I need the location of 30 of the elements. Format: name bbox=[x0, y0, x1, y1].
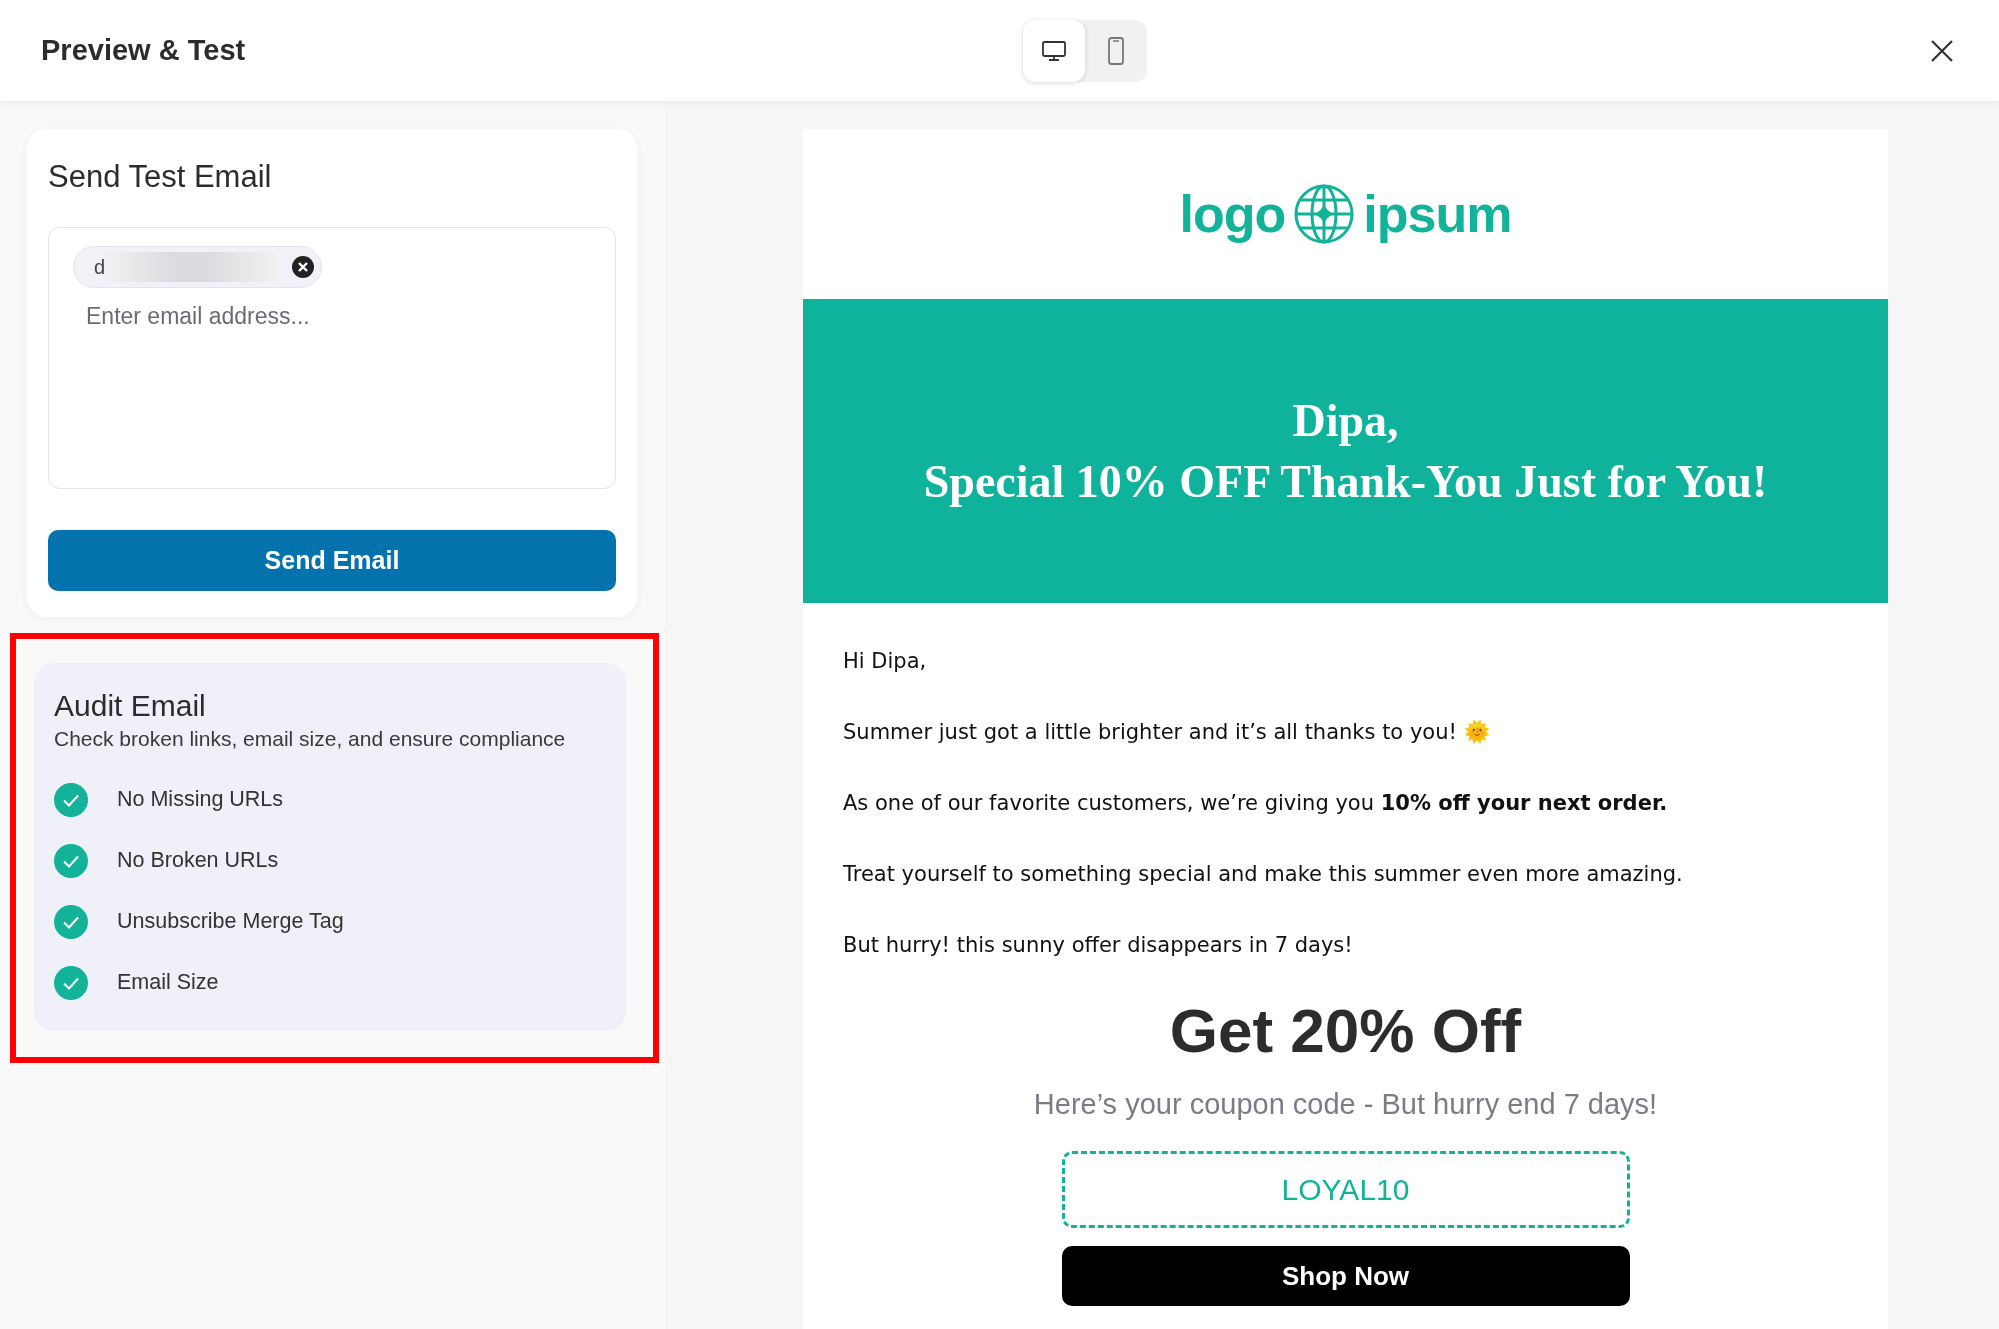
globe-logo-icon bbox=[1293, 183, 1356, 245]
offer-heading: Get 20% Off bbox=[1169, 995, 1522, 1066]
banner-heading: Special 10% OFF Thank-You Just for You! bbox=[923, 455, 1768, 508]
email-paragraph: Summer just got a little brighter and it’s all thanks to you! 🌞 bbox=[843, 719, 1491, 746]
remove-icon[interactable] bbox=[291, 255, 316, 279]
logo-text: ipsum bbox=[1363, 184, 1512, 244]
close-icon bbox=[1929, 37, 1955, 64]
logo-text: logo bbox=[1179, 184, 1286, 244]
chip-text: d bbox=[94, 255, 106, 279]
monitor-icon bbox=[1041, 38, 1067, 63]
email-paragraph: But hurry! this sunny offer disappears in 7 days! bbox=[843, 932, 1354, 959]
page-title: Preview & Test bbox=[41, 34, 247, 67]
email-paragraph: Hi Dipa, bbox=[843, 648, 928, 675]
check-label: No Missing URLs bbox=[117, 787, 284, 812]
card-title: Audit Email bbox=[54, 689, 207, 723]
banner-heading: Dipa, bbox=[1292, 394, 1399, 447]
shop-now-button[interactable]: Shop Now bbox=[1061, 1246, 1630, 1306]
email-paragraph: Treat yourself to something special and make this summer even more amazing. bbox=[843, 861, 1684, 888]
phone-icon bbox=[1107, 36, 1125, 65]
coupon-code: LOYAL10 bbox=[1061, 1151, 1630, 1228]
desktop-view-button[interactable] bbox=[1023, 19, 1085, 82]
offer-subtitle: Here’s your coupon code - But hurry end 7 days! bbox=[1033, 1088, 1658, 1121]
card-subtitle: Check broken links, email size, and ensure compliance bbox=[54, 727, 567, 751]
email-input-field[interactable]: Enter email address... bbox=[84, 302, 488, 331]
email-paragraph: As one of our favorite customers, we’re giving you 10% off your next order. bbox=[843, 790, 1669, 817]
check-label: No Broken URLs bbox=[117, 848, 279, 873]
check-label: Unsubscribe Merge Tag bbox=[117, 909, 344, 934]
check-label: Email Size bbox=[117, 970, 219, 995]
card-title: Send Test Email bbox=[48, 159, 273, 195]
send-email-button[interactable]: Send Email bbox=[48, 530, 616, 591]
